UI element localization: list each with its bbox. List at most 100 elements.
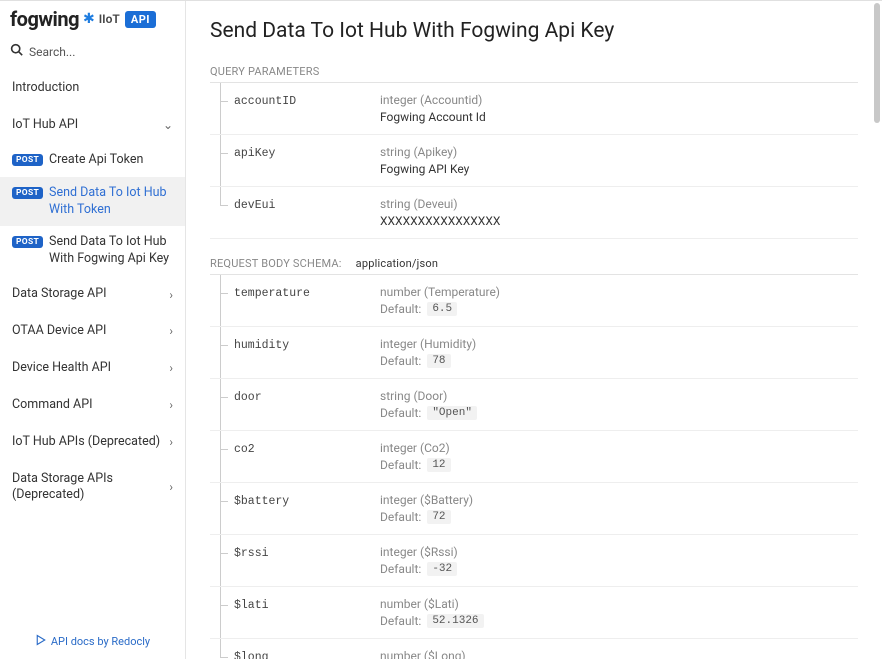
param-type: integer (Humidity) xyxy=(380,337,858,351)
param-row[interactable]: door string (Door) Default:"Open" xyxy=(210,379,858,431)
param-default: Default:52.1326 xyxy=(380,614,858,628)
tree-marker-icon xyxy=(214,649,228,659)
default-value: 78 xyxy=(427,354,450,368)
param-description: Fogwing API Key xyxy=(380,162,858,176)
default-value: 6.5 xyxy=(427,302,457,316)
scrollbar-thumb[interactable] xyxy=(874,3,880,123)
param-name: $battery xyxy=(234,493,289,508)
chevron-right-icon: › xyxy=(169,288,173,302)
mime-type: application/json xyxy=(356,257,438,270)
default-value: -32 xyxy=(427,562,457,576)
default-value: 72 xyxy=(427,510,450,524)
param-description: Fogwing Account Id xyxy=(380,110,858,124)
search-icon xyxy=(10,43,23,60)
tree-marker-icon xyxy=(214,597,228,628)
default-value: 52.1326 xyxy=(427,614,483,628)
param-row[interactable]: $battery integer ($Battery) Default:72 xyxy=(210,483,858,535)
nav: Introduction IoT Hub API ⌄ POST Create A… xyxy=(0,70,185,624)
search-placeholder: Search... xyxy=(29,45,75,59)
param-type: integer (Co2) xyxy=(380,441,858,455)
param-row[interactable]: humidity integer (Humidity) Default:78 xyxy=(210,327,858,379)
param-type: integer (Accountid) xyxy=(380,93,858,107)
chevron-right-icon: › xyxy=(169,324,173,338)
param-name: apiKey xyxy=(234,145,275,160)
param-type: string (Apikey) xyxy=(380,145,858,159)
sidebar-item-iot-hub-deprecated[interactable]: IoT Hub APIs (Deprecated) › xyxy=(0,424,185,461)
tree-marker-icon xyxy=(214,493,228,524)
param-row[interactable]: temperature number (Temperature) Default:6… xyxy=(210,275,858,327)
logo-api-badge: API xyxy=(125,11,156,28)
param-type: integer ($Battery) xyxy=(380,493,858,507)
tree-marker-icon xyxy=(214,441,228,472)
footer-redocly-link[interactable]: API docs by Redocly xyxy=(0,624,185,659)
logo: fogwing ✱ IIoT API xyxy=(0,1,185,39)
tree-marker-icon xyxy=(214,93,228,124)
page-title: Send Data To Iot Hub With Fogwing Api Ke… xyxy=(210,19,858,43)
chevron-down-icon: ⌄ xyxy=(163,118,173,132)
param-default: Default:72 xyxy=(380,510,858,524)
param-type: string (Door) xyxy=(380,389,858,403)
param-type: number ($Long) xyxy=(380,649,858,659)
param-type: number ($Lati) xyxy=(380,597,858,611)
logo-sub: IIoT xyxy=(99,12,120,26)
sidebar-item-device-health-api[interactable]: Device Health API › xyxy=(0,350,185,387)
search-input[interactable]: Search... xyxy=(0,39,185,70)
tree-marker-icon xyxy=(214,197,228,228)
param-row[interactable]: devEui string (Deveui) XXXXXXXXXXXXXXXX xyxy=(210,187,858,239)
sidebar-item-data-storage-api[interactable]: Data Storage API › xyxy=(0,276,185,313)
param-default: Default:12 xyxy=(380,458,858,472)
post-badge: POST xyxy=(12,187,43,199)
param-default: Default:6.5 xyxy=(380,302,858,316)
param-name: $long xyxy=(234,649,269,659)
param-name: co2 xyxy=(234,441,255,456)
sidebar-item-send-data-token[interactable]: POST Send Data To Iot Hub With Token xyxy=(0,177,185,227)
param-name: accountID xyxy=(234,93,296,108)
tree-marker-icon xyxy=(214,389,228,420)
param-type: number (Temperature) xyxy=(380,285,858,299)
redocly-icon xyxy=(35,634,47,649)
param-type: integer ($Rssi) xyxy=(380,545,858,559)
post-badge: POST xyxy=(12,236,43,248)
sidebar-item-command-api[interactable]: Command API › xyxy=(0,387,185,424)
sidebar-item-data-storage-deprecated[interactable]: Data Storage APIs (Deprecated) › xyxy=(0,461,185,515)
tree-marker-icon xyxy=(214,145,228,176)
main-content: Send Data To Iot Hub With Fogwing Api Ke… xyxy=(186,1,882,659)
post-badge: POST xyxy=(12,154,43,166)
logo-brand: fogwing xyxy=(10,7,79,31)
param-row[interactable]: apiKey string (Apikey) Fogwing API Key xyxy=(210,135,858,187)
query-parameters-label: QUERY PARAMETERS xyxy=(210,65,858,83)
param-row[interactable]: $longnumber ($Long)Default:77.1346 xyxy=(210,639,858,659)
default-value: 12 xyxy=(427,458,450,472)
scrollbar[interactable] xyxy=(874,1,880,659)
param-default: Default:78 xyxy=(380,354,858,368)
tree-marker-icon xyxy=(214,545,228,576)
param-type: string (Deveui) xyxy=(380,197,858,211)
sidebar-item-create-api-token[interactable]: POST Create Api Token xyxy=(0,144,185,177)
param-default: Default:"Open" xyxy=(380,406,858,420)
chevron-right-icon: › xyxy=(169,361,173,375)
sidebar-item-send-data-apikey[interactable]: POST Send Data To Iot Hub With Fogwing A… xyxy=(0,226,185,276)
param-row[interactable]: co2 integer (Co2) Default:12 xyxy=(210,431,858,483)
sidebar-item-otaa-device-api[interactable]: OTAA Device API › xyxy=(0,313,185,350)
param-name: humidity xyxy=(234,337,289,352)
tree-marker-icon xyxy=(214,337,228,368)
sidebar-item-iot-hub-api[interactable]: IoT Hub API ⌄ xyxy=(0,107,185,144)
chevron-right-icon: › xyxy=(169,480,173,494)
chevron-right-icon: › xyxy=(169,398,173,412)
param-row[interactable]: accountID integer (Accountid) Fogwing Acco… xyxy=(210,83,858,135)
request-body-schema-label: REQUEST BODY SCHEMA: application/json xyxy=(210,257,858,275)
param-description: XXXXXXXXXXXXXXXX xyxy=(380,214,858,228)
param-default: Default:-32 xyxy=(380,562,858,576)
sidebar-item-introduction[interactable]: Introduction xyxy=(0,70,185,107)
chevron-right-icon: › xyxy=(169,435,173,449)
tree-marker-icon xyxy=(214,285,228,316)
param-name: door xyxy=(234,389,262,404)
default-value: "Open" xyxy=(427,406,477,420)
param-name: temperature xyxy=(234,285,310,300)
param-row[interactable]: $rssi integer ($Rssi) Default:-32 xyxy=(210,535,858,587)
sidebar: fogwing ✱ IIoT API Search... Introductio… xyxy=(0,1,186,659)
param-name: $lati xyxy=(234,597,269,612)
param-name: $rssi xyxy=(234,545,269,560)
param-name: devEui xyxy=(234,197,275,212)
param-row[interactable]: $lati number ($Lati) Default:52.1326 xyxy=(210,587,858,639)
